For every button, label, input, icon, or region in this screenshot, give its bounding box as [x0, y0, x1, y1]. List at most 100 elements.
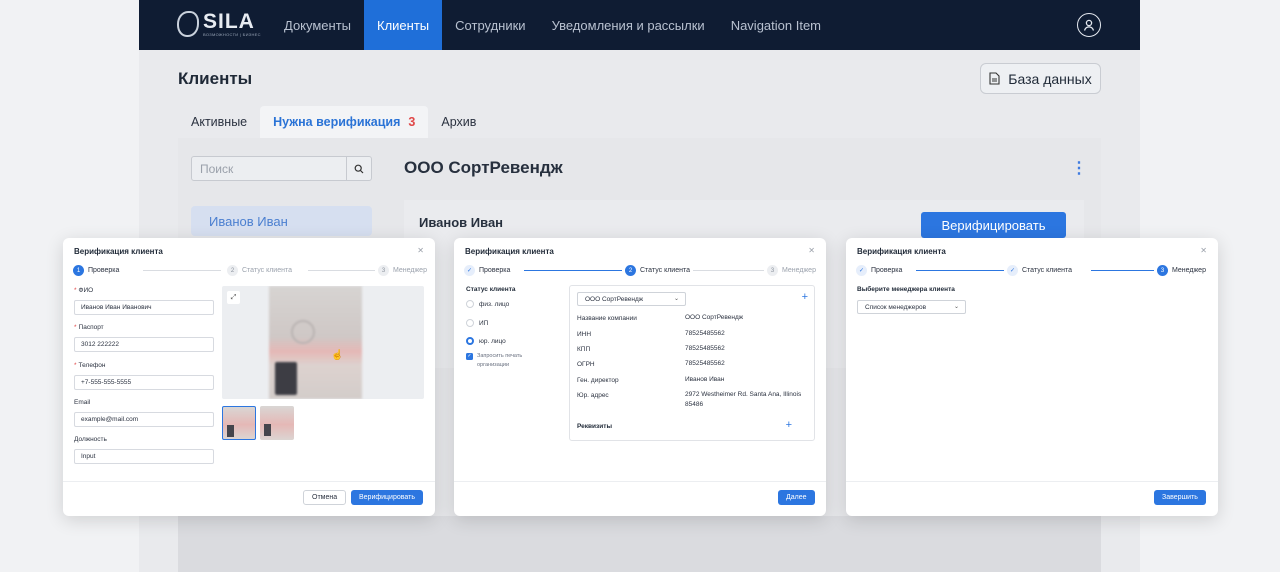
- phone-label: * Телефон: [74, 362, 106, 369]
- step-connector: [143, 270, 221, 271]
- position-label: Должность: [74, 436, 107, 443]
- finish-button[interactable]: Завершить: [1154, 490, 1206, 505]
- company-select[interactable]: ООО СортРевендж ⌄: [577, 292, 686, 306]
- info-value: ООО СортРевендж: [685, 314, 744, 321]
- fullscreen-icon[interactable]: ⤢: [227, 291, 240, 304]
- step-connector: [308, 270, 376, 271]
- stepper: ✓ Проверка 2 Статус клиента 3 Менеджер: [464, 265, 819, 277]
- lion-logo-icon: [177, 11, 199, 37]
- tab-archive[interactable]: Архив: [428, 106, 489, 138]
- search-input[interactable]: Поиск: [192, 157, 346, 180]
- step-label: Менеджер: [782, 267, 816, 274]
- position-field[interactable]: Input: [74, 449, 214, 464]
- manager-select[interactable]: Список менеджеров ⌄: [857, 300, 966, 314]
- modal-title: Верификация клиента: [857, 247, 946, 256]
- passport-field[interactable]: 3012 222222: [74, 337, 214, 352]
- request-seal-checkbox[interactable]: ✓ Запросить печать организации: [466, 352, 539, 370]
- logo-word: SILA: [203, 9, 255, 33]
- info-key: КПП: [577, 346, 591, 353]
- document-preview[interactable]: ⤢ ☝: [222, 286, 424, 399]
- verification-modal-step1: Верификация клиента ✕ 1 Проверка 2 Статус …: [63, 238, 435, 516]
- nav-item-employees[interactable]: Сотрудники: [442, 0, 538, 50]
- company-info-box: ООО СортРевендж ⌄ + Название компании ООО…: [569, 285, 815, 441]
- info-key: Юр. адрес: [577, 392, 609, 399]
- info-value: 78525485562: [685, 330, 725, 337]
- close-icon[interactable]: ✕: [417, 246, 424, 255]
- document-thumbnail[interactable]: [222, 406, 256, 440]
- tab-needs-verification[interactable]: Нужна верификация 3: [260, 106, 429, 138]
- step-label: Проверка: [871, 267, 903, 274]
- database-button[interactable]: База данных: [980, 63, 1101, 94]
- modal-footer: Отмена Верифицировать: [63, 481, 435, 516]
- client-card-name: Иванов Иван: [419, 215, 504, 230]
- checkmark-icon: ✓: [466, 353, 473, 360]
- step-check: 1 Проверка: [73, 265, 123, 276]
- hand-cursor-icon: ☝: [331, 350, 344, 361]
- modal-title: Верификация клиента: [465, 247, 554, 256]
- logo-tagline: ВОЗМОЖНОСТИ | БИЗНЕС: [203, 31, 261, 37]
- stepper: 1 Проверка 2 Статус клиента 3 Менеджер: [73, 265, 430, 277]
- check-icon: ✓: [464, 265, 475, 276]
- close-icon[interactable]: ✕: [808, 246, 815, 255]
- manager-heading: Выберите менеджера клиента: [857, 286, 955, 293]
- more-options-icon[interactable]: ⋮: [1071, 158, 1087, 178]
- info-key: Название компании: [577, 315, 637, 322]
- phone-field[interactable]: +7-555-555-5555: [74, 375, 214, 390]
- info-value: 78525485562: [685, 345, 725, 352]
- fio-field[interactable]: Иванов Иван Иванович: [74, 300, 214, 315]
- cancel-button[interactable]: Отмена: [303, 490, 347, 505]
- step-label: Проверка: [88, 267, 120, 274]
- modal-footer: Далее: [454, 481, 826, 516]
- next-button[interactable]: Далее: [778, 490, 815, 505]
- step-status: ✓ Статус клиента: [1004, 265, 1075, 276]
- modal-title: Верификация клиента: [74, 247, 163, 256]
- verification-modal-step3: Верификация клиента ✕ ✓ Проверка ✓ Статус …: [846, 238, 1218, 516]
- step-number: 2: [625, 265, 636, 276]
- check-icon: ✓: [1007, 265, 1018, 276]
- add-requisites-icon[interactable]: +: [786, 419, 792, 431]
- info-value: Иванов Иван: [685, 376, 725, 383]
- step-check: ✓ Проверка: [856, 265, 906, 276]
- client-list-item[interactable]: Иванов Иван: [191, 206, 372, 236]
- nav-item-clients[interactable]: Клиенты: [364, 0, 443, 50]
- step-number: 1: [73, 265, 84, 276]
- nav-item-documents[interactable]: Документы: [271, 0, 364, 50]
- step-check: ✓ Проверка: [464, 265, 514, 276]
- nav-item-extra[interactable]: Navigation Item: [718, 0, 834, 50]
- stepper: ✓ Проверка ✓ Статус клиента 3 Менеджер: [856, 265, 1209, 277]
- step-label: Менеджер: [393, 267, 427, 274]
- document-thumbnail[interactable]: [260, 406, 294, 440]
- step-label: Менеджер: [1172, 267, 1206, 274]
- step-manager: 3 Менеджер: [375, 265, 430, 276]
- radio-individual[interactable]: физ. лицо: [466, 300, 509, 308]
- logo[interactable]: SILA ВОЗМОЖНОСТИ | БИЗНЕС: [177, 11, 261, 37]
- info-value: 2972 Westheimer Rd. Santa Ana, Illinois …: [685, 391, 802, 408]
- passport-scan-image: [269, 286, 362, 399]
- status-heading: Статус клиента: [466, 286, 516, 293]
- verify-button[interactable]: Верифицировать: [921, 212, 1066, 238]
- nav-item-notifications[interactable]: Уведомления и рассылки: [539, 0, 718, 50]
- email-label: Email: [74, 399, 91, 406]
- passport-label: * Паспорт: [74, 324, 104, 331]
- add-icon[interactable]: +: [802, 291, 808, 303]
- radio-legal-entity[interactable]: юр. лицо: [466, 337, 506, 345]
- email-field[interactable]: example@mail.com: [74, 412, 214, 427]
- tab-verification-count: 3: [408, 115, 416, 129]
- step-number: 3: [767, 265, 778, 276]
- user-avatar-icon[interactable]: [1077, 13, 1101, 37]
- verify-submit-button[interactable]: Верифицировать: [351, 490, 423, 505]
- search-button[interactable]: [346, 157, 371, 180]
- close-icon[interactable]: ✕: [1200, 246, 1207, 255]
- step-status: 2 Статус клиента: [224, 265, 295, 276]
- tab-active[interactable]: Активные: [178, 106, 260, 138]
- passport-photo: [275, 362, 297, 395]
- radio-ip[interactable]: ИП: [466, 319, 488, 327]
- step-number: 3: [378, 265, 389, 276]
- tab-verification-label: Нужна верификация: [273, 115, 401, 129]
- chevron-down-icon: ⌄: [953, 304, 959, 310]
- database-button-label: База данных: [1008, 70, 1092, 87]
- step-label: Проверка: [479, 267, 511, 274]
- background-footer-band: [178, 516, 1101, 572]
- info-key: ОГРН: [577, 361, 595, 368]
- step-connector: [916, 270, 1016, 271]
